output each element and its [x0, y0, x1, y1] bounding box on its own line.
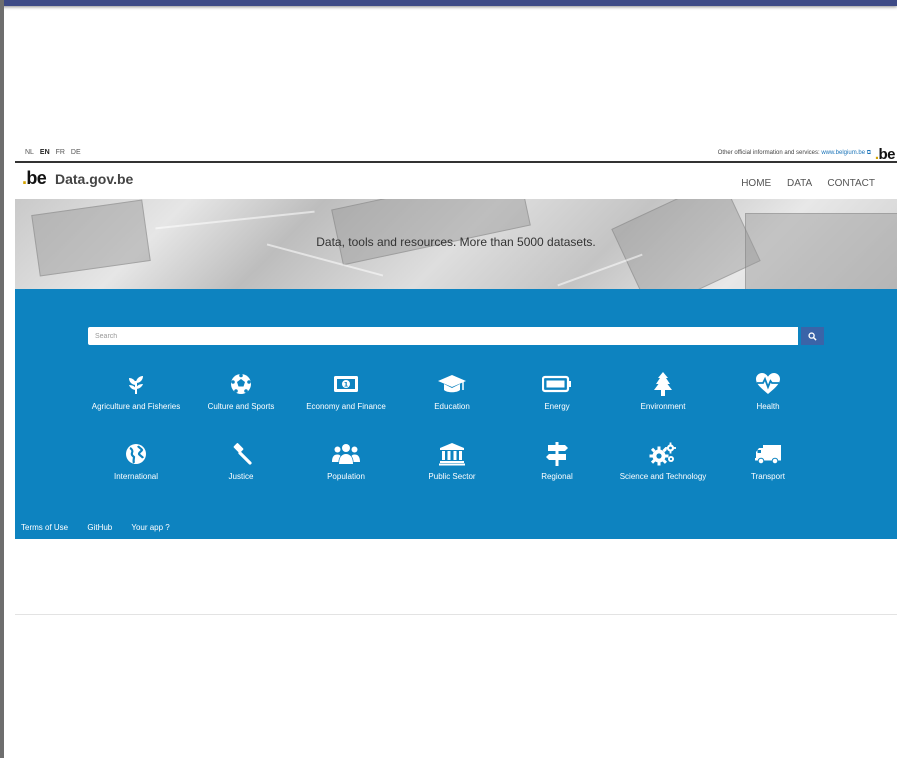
lang-en[interactable]: EN: [40, 149, 50, 156]
search-icon: [808, 331, 817, 341]
category-label: Transport: [751, 472, 785, 481]
external-link-icon: ⧉: [866, 150, 871, 156]
graduation-cap-icon: [437, 371, 467, 397]
banner-trace: [155, 210, 315, 230]
category-economy-finance[interactable]: 1 Economy and Finance: [291, 371, 401, 421]
banner-chip: [745, 213, 897, 289]
category-label: Science and Technology: [619, 472, 707, 481]
gavel-icon: [226, 441, 256, 467]
page-divider: [15, 614, 897, 615]
globe-icon: [121, 441, 151, 467]
window-left-border: [0, 0, 4, 758]
footer-link-terms[interactable]: Terms of Use: [21, 523, 68, 532]
category-label: Energy: [544, 402, 570, 411]
battery-icon: [542, 371, 572, 397]
lang-fr[interactable]: FR: [56, 149, 65, 156]
search-input[interactable]: [88, 327, 798, 345]
site-title[interactable]: Data.gov.be: [55, 171, 133, 187]
other-info: Other official information and services:…: [718, 150, 871, 157]
lang-de[interactable]: DE: [71, 149, 81, 156]
category-regional[interactable]: Regional: [502, 441, 612, 491]
web-page: NL EN FR DE Other official information a…: [15, 145, 897, 615]
category-agriculture[interactable]: Agriculture and Fisheries: [81, 371, 191, 421]
category-label: Environment: [640, 402, 686, 411]
category-energy[interactable]: Energy: [502, 371, 612, 421]
nav-home[interactable]: HOME: [741, 178, 771, 189]
be-logo[interactable]: .be: [22, 168, 47, 189]
people-icon: [331, 441, 361, 467]
be-logo-text: be: [26, 168, 47, 188]
category-label: Public Sector: [428, 472, 476, 481]
lang-nl[interactable]: NL: [25, 149, 34, 156]
footer-link-your-app[interactable]: Your app ?: [131, 523, 169, 532]
category-label: Education: [434, 402, 470, 411]
category-label: Population: [327, 472, 365, 481]
window-top-bar: [0, 0, 897, 6]
category-culture-sports[interactable]: Culture and Sports: [186, 371, 296, 421]
category-label: Agriculture and Fisheries: [91, 402, 181, 411]
institution-icon: [437, 441, 467, 467]
category-health[interactable]: Health: [713, 371, 823, 421]
category-transport[interactable]: Transport: [713, 441, 823, 491]
banner-chip: [331, 199, 531, 266]
category-population[interactable]: Population: [291, 441, 401, 491]
main-nav: HOME DATA CONTACT: [728, 178, 875, 189]
language-switcher: NL EN FR DE: [25, 149, 85, 156]
site-header: .be Data.gov.be HOME DATA CONTACT: [15, 163, 897, 200]
banknote-icon: 1: [331, 371, 361, 397]
search-button[interactable]: [801, 327, 824, 345]
category-label: International: [113, 472, 159, 481]
footer-links: Terms of Use GitHub Your app ?: [21, 523, 187, 532]
tree-icon: [648, 371, 678, 397]
category-label: Culture and Sports: [207, 402, 275, 411]
utility-bar: NL EN FR DE Other official information a…: [15, 145, 897, 163]
nav-contact[interactable]: CONTACT: [827, 178, 875, 189]
signpost-icon: [542, 441, 572, 467]
soccer-ball-icon: [226, 371, 256, 397]
category-environment[interactable]: Environment: [608, 371, 718, 421]
belgium-logo[interactable]: .be: [875, 146, 896, 163]
banner-text: Data, tools and resources. More than 500…: [316, 235, 596, 249]
belgium-logo-text: be: [878, 146, 895, 163]
category-international[interactable]: International: [81, 441, 191, 491]
catalog-section: Agriculture and Fisheries Culture and Sp…: [15, 289, 897, 539]
category-public-sector[interactable]: Public Sector: [397, 441, 507, 491]
category-justice[interactable]: Justice: [186, 441, 296, 491]
gears-icon: [648, 441, 678, 467]
category-science-technology[interactable]: Science and Technology: [608, 441, 718, 491]
plant-icon: [121, 371, 151, 397]
heartbeat-icon: [753, 371, 783, 397]
nav-data[interactable]: DATA: [787, 178, 812, 189]
browser-frame: NL EN FR DE Other official information a…: [0, 0, 897, 758]
category-education[interactable]: Education: [397, 371, 507, 421]
other-info-text: Other official information and services:: [717, 150, 820, 156]
svg-text:1: 1: [344, 381, 349, 389]
truck-icon: [753, 441, 783, 467]
category-label: Health: [756, 402, 780, 411]
footer-link-github[interactable]: GitHub: [87, 523, 112, 532]
category-label: Regional: [541, 472, 573, 481]
belgium-link[interactable]: www.belgium.be: [821, 150, 865, 156]
hero-banner: Data, tools and resources. More than 500…: [15, 199, 897, 289]
category-label: Justice: [228, 472, 254, 481]
category-label: Economy and Finance: [306, 402, 386, 411]
